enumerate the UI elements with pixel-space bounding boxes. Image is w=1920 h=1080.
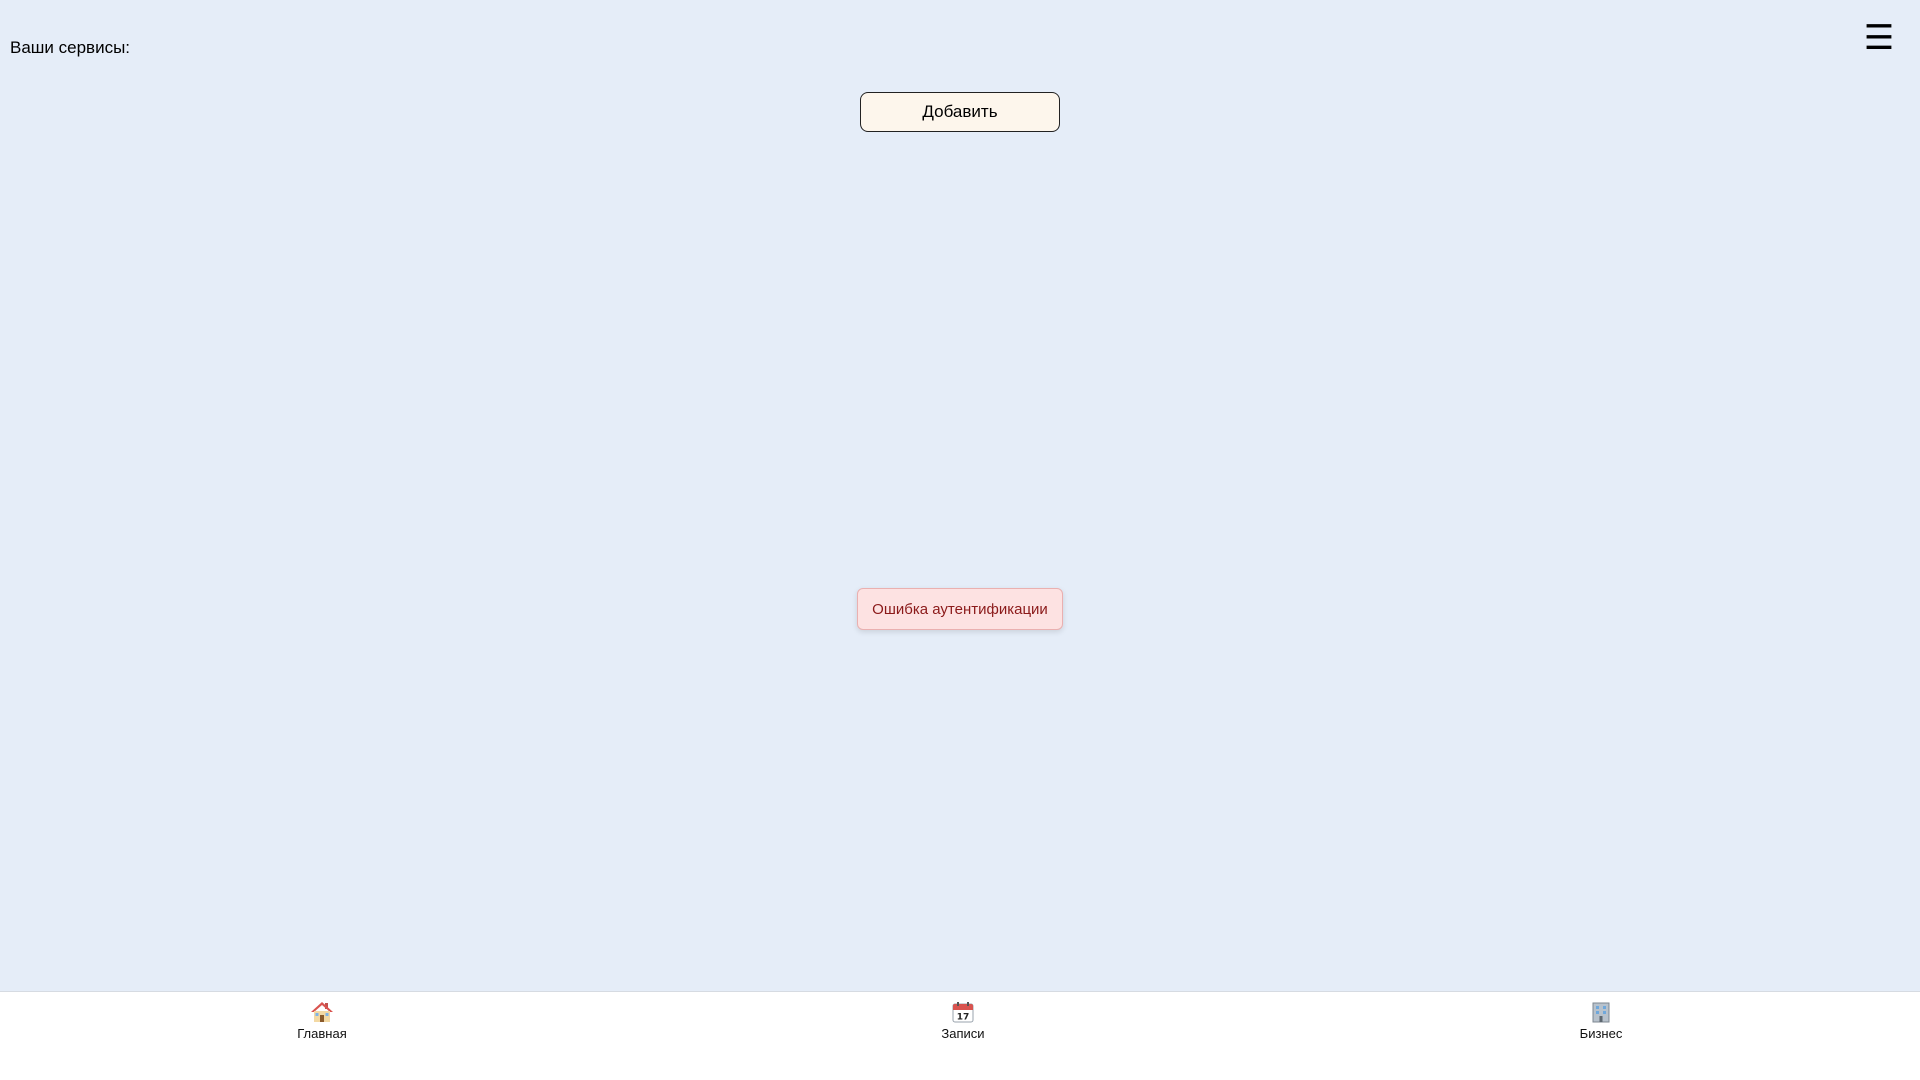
nav-label-home: Главная: [297, 1026, 347, 1041]
nav-item-business[interactable]: Бизнес: [1531, 1000, 1671, 1042]
bottom-navigation: Главная 17 Записи Бизнес: [0, 991, 1920, 1080]
hamburger-menu-icon[interactable]: ☰: [1863, 21, 1895, 55]
nav-label-records: Записи: [941, 1026, 985, 1041]
services-heading: Ваши сервисы:: [10, 38, 131, 57]
error-toast-text: Ошибка аутентификации: [872, 600, 1048, 618]
nav-label-business: Бизнес: [1579, 1026, 1623, 1041]
error-toast: Ошибка аутентификации: [857, 588, 1063, 630]
nav-item-records[interactable]: 17 Записи: [893, 1000, 1033, 1042]
add-service-button[interactable]: Добавить: [860, 92, 1060, 132]
office-building-icon: [1592, 1002, 1610, 1023]
nav-item-home[interactable]: Главная: [252, 1000, 392, 1042]
calendar-icon: 17: [952, 1002, 974, 1023]
house-icon: [311, 1002, 333, 1022]
svg-text:17: 17: [957, 1013, 970, 1023]
